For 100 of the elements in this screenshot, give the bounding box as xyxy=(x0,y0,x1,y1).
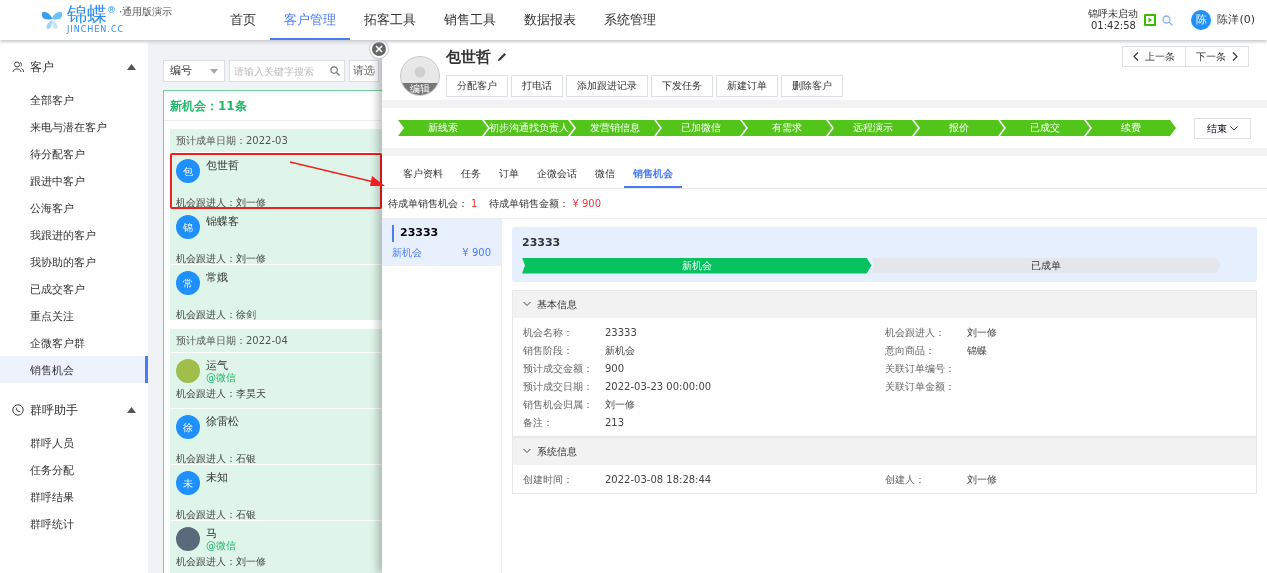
close-icon xyxy=(375,45,383,53)
customer-avatar: 锦 xyxy=(176,215,200,239)
chevron-right-icon xyxy=(1232,52,1238,61)
detail-tab[interactable]: 企微会话 xyxy=(528,160,586,188)
opportunity-item[interactable]: 锦 锦蝶客 机会跟进人：刘一修 xyxy=(170,209,382,265)
action-button[interactable]: 打电话 xyxy=(511,74,563,97)
sidebar-item[interactable]: 我跟进的客户 xyxy=(0,221,148,248)
sidebar-item[interactable]: 跟进中客户 xyxy=(0,167,148,194)
opportunity-entry[interactable]: 23333 新机会 ¥ 900 xyxy=(382,219,501,266)
customer-avatar: 常 xyxy=(176,271,200,295)
field-label: 销售机会归属： xyxy=(523,397,594,412)
sidebar-group-header[interactable]: 群呼助手 xyxy=(0,391,148,429)
play-icon[interactable] xyxy=(1144,14,1157,26)
customer-avatar: 包 xyxy=(176,159,200,183)
detail-tab[interactable]: 客户资料 xyxy=(394,160,452,188)
filter-select[interactable]: 编号 xyxy=(163,60,225,82)
sidebar-item[interactable]: 群呼人员 xyxy=(0,429,148,456)
source-tag: @微信 xyxy=(206,372,236,384)
opportunity-item[interactable]: 包 包世哲 机会跟进人：刘一修 xyxy=(170,153,382,209)
detail-tab[interactable]: 销售机会 xyxy=(624,160,682,188)
owner-text: 机会跟进人：石银 xyxy=(176,508,257,522)
user-name[interactable]: 陈洋(0) xyxy=(1217,11,1255,29)
sidebar-item[interactable]: 企微客户群 xyxy=(0,329,148,356)
end-dropdown[interactable]: 结束 xyxy=(1194,117,1251,139)
opportunity-item[interactable]: 徐 徐雷松 机会跟进人：石银 xyxy=(170,409,382,465)
owner-text: 机会跟进人：徐剑 xyxy=(176,308,257,322)
section-header[interactable]: 系统信息 xyxy=(513,436,1256,465)
progress-step: 已成单 xyxy=(871,257,1221,274)
owner-text: 机会跟进人：刘一修 xyxy=(176,252,267,266)
action-button[interactable]: 分配客户 xyxy=(446,74,508,97)
customer-avatar: 徐 xyxy=(176,415,200,439)
chevron-left-icon xyxy=(1133,52,1139,61)
detail-tab[interactable]: 任务 xyxy=(452,160,490,188)
chevron-down-icon xyxy=(1230,125,1238,131)
sidebar-item[interactable]: 任务分配 xyxy=(0,456,148,483)
previous-button[interactable]: 上一条 xyxy=(1122,46,1186,67)
field-value: 2022-03-08 18:28:44 xyxy=(605,472,712,487)
action-button[interactable]: 添加跟进记录 xyxy=(566,74,648,97)
pencil-icon[interactable] xyxy=(497,52,507,63)
action-button[interactable]: 新建订单 xyxy=(716,74,778,97)
field-label: 创建人： xyxy=(884,472,926,487)
field-value: 刘一修 xyxy=(605,397,635,412)
sidebar-item[interactable]: 重点关注 xyxy=(0,302,148,329)
sidebar-item[interactable]: 来电与潜在客户 xyxy=(0,113,148,140)
nav-tab[interactable]: 销售工具 xyxy=(430,0,510,40)
phone-bubble-icon xyxy=(12,404,24,416)
owner-text: 机会跟进人：石银 xyxy=(176,452,257,466)
nav-tab[interactable]: 系统管理 xyxy=(590,0,670,40)
edit-avatar-link[interactable]: 编辑 xyxy=(401,83,439,95)
nav-tab[interactable]: 客户管理 xyxy=(270,0,350,40)
field-label: 备注： xyxy=(523,415,554,430)
owner-text: 机会跟进人：刘一修 xyxy=(176,555,267,569)
field-label: 关联订单金额： xyxy=(884,379,956,394)
section-header[interactable]: 基本信息 xyxy=(513,289,1256,318)
opportunity-title: 23333 xyxy=(522,235,562,251)
customer-name: 运气 xyxy=(206,359,229,372)
caret-down-icon xyxy=(210,68,218,74)
action-button[interactable]: 删除客户 xyxy=(781,74,843,97)
customer-name: 常娥 xyxy=(206,271,228,284)
sidebar-item[interactable]: 公海客户 xyxy=(0,194,148,221)
summary-value: 1 xyxy=(471,197,478,211)
field-value: 锦蝶 xyxy=(966,343,987,358)
owner-text: 机会跟进人：刘一修 xyxy=(176,196,267,210)
field-label: 销售阶段： xyxy=(523,343,574,358)
nav-tab[interactable]: 数据报表 xyxy=(510,0,590,40)
sidebar-item[interactable]: 我协助的客户 xyxy=(0,248,148,275)
customer-name: 未知 xyxy=(206,471,228,484)
sidebar-item[interactable]: 销售机会 xyxy=(0,356,148,383)
search-field[interactable]: 请输入关键字搜索 xyxy=(229,60,345,82)
nav-tab[interactable]: 拓客工具 xyxy=(350,0,430,40)
field-label: 机会跟进人： xyxy=(884,325,946,340)
call-status: 锦呼未启动 xyxy=(1088,8,1139,20)
brand-name: 锦蝶 xyxy=(67,4,107,24)
search-icon xyxy=(330,66,340,76)
summary-label: 待成单销售金额： xyxy=(489,197,570,211)
brand-domain: JINCHEN.CC xyxy=(67,24,126,36)
opportunity-item[interactable]: 未 未知 机会跟进人：石银 xyxy=(170,465,382,521)
sidebar-item[interactable]: 群呼统计 xyxy=(0,510,148,537)
sidebar-group-header[interactable]: 客户 xyxy=(0,48,148,86)
field-label: 预计成交金额： xyxy=(523,361,594,376)
nav-tab[interactable]: 首页 xyxy=(216,0,270,40)
close-button[interactable] xyxy=(370,40,388,58)
next-button[interactable]: 下一条 xyxy=(1185,46,1249,67)
filter-dropdown[interactable]: 请选 xyxy=(349,60,379,82)
action-button[interactable]: 下发任务 xyxy=(651,74,713,97)
photo-placeholder xyxy=(176,527,200,551)
detail-tab[interactable]: 微信 xyxy=(586,160,624,188)
summary-value: ¥ 900 xyxy=(572,197,601,211)
field-value: 213 xyxy=(605,415,625,430)
sidebar-item[interactable]: 全部客户 xyxy=(0,86,148,113)
opportunity-item[interactable]: 常 常娥 机会跟进人：徐剑 xyxy=(170,265,382,321)
sidebar-item[interactable]: 已成交客户 xyxy=(0,275,148,302)
call-timer: 01:42:58 xyxy=(1089,20,1137,32)
sidebar-item[interactable]: 群呼结果 xyxy=(0,483,148,510)
field-label: 关联订单编号： xyxy=(884,361,956,376)
customer-name: 包世哲 xyxy=(446,47,491,68)
opportunity-item[interactable]: 运气 @微信 机会跟进人：李昊天 xyxy=(170,353,382,409)
sidebar-item[interactable]: 待分配客户 xyxy=(0,140,148,167)
customer-name: 锦蝶客 xyxy=(206,215,239,228)
detail-tab[interactable]: 订单 xyxy=(490,160,528,188)
